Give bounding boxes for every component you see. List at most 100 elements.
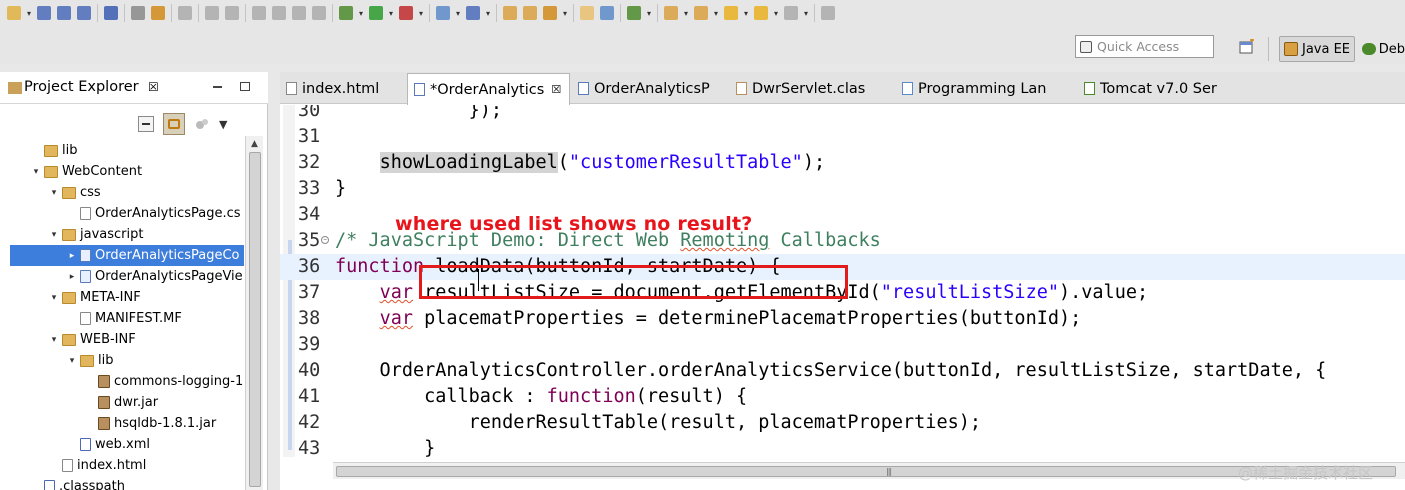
pin-editor-icon[interactable] [818, 3, 838, 23]
code-line[interactable]: 33} [280, 176, 1405, 202]
debug-perspective-button[interactable]: Deb [1362, 36, 1405, 62]
pen-icon[interactable] [577, 3, 597, 23]
team-icon[interactable] [624, 3, 644, 23]
open-task-icon[interactable] [520, 3, 540, 23]
scrollbar-thumb[interactable] [336, 466, 1396, 477]
tree-item[interactable]: ▸ OrderAnalyticsPageCo [10, 245, 244, 266]
tree-item[interactable]: OrderAnalyticsPage.cs [66, 203, 241, 224]
tree-item[interactable]: dwr.jar [84, 392, 158, 413]
code-line[interactable]: 38 var placematProperties = determinePla… [280, 306, 1405, 332]
run-icon[interactable] [366, 3, 386, 23]
refactor-icon[interactable] [148, 3, 168, 23]
step-return-icon[interactable] [222, 3, 242, 23]
debug-icon[interactable] [336, 3, 356, 23]
collapse-all-icon[interactable] [138, 116, 154, 132]
expanded-twisty-icon[interactable]: ▾ [48, 293, 60, 303]
collapsed-twisty-icon[interactable]: ▸ [66, 272, 78, 282]
dropdown-chevron-down-icon[interactable]: ▾ [681, 9, 691, 18]
dropdown-chevron-down-icon[interactable]: ▾ [356, 9, 366, 18]
maximize-icon[interactable] [240, 82, 250, 91]
save-icon[interactable] [34, 3, 54, 23]
tree-item[interactable]: lib [30, 140, 77, 161]
code-line[interactable]: 39 [280, 332, 1405, 358]
dropdown-chevron-down-icon[interactable]: ▾ [711, 9, 721, 18]
tree-item[interactable]: MANIFEST.MF [66, 308, 182, 329]
editor-tab[interactable]: Programming Lan [896, 73, 1076, 104]
editor-tab[interactable]: Tomcat v7.0 Ser [1078, 73, 1238, 104]
code-line[interactable]: 31 [280, 124, 1405, 150]
collapsed-twisty-icon[interactable]: ▸ [66, 251, 78, 261]
save-all-icon[interactable] [54, 3, 74, 23]
tree-item[interactable]: ▾ css [48, 182, 101, 203]
quick-access-field[interactable]: Quick Access [1075, 35, 1214, 58]
editor-tab[interactable]: *OrderAnalytics ☒ [407, 73, 570, 105]
dropdown-chevron-down-icon[interactable]: ▾ [801, 9, 811, 18]
globe-icon[interactable] [597, 3, 617, 23]
expanded-twisty-icon[interactable]: ▾ [66, 356, 78, 366]
editor-tab[interactable]: index.html [280, 73, 405, 104]
view-filter-icon[interactable] [194, 116, 210, 132]
dropdown-chevron-down-icon[interactable]: ▾ [560, 9, 570, 18]
forward-disabled-icon[interactable] [781, 3, 801, 23]
code-line[interactable]: 41 callback : function(result) { [280, 384, 1405, 410]
tree-item[interactable]: ▾ META-INF [48, 287, 141, 308]
tree-item[interactable]: web.xml [66, 434, 150, 455]
expanded-twisty-icon[interactable]: ▾ [48, 230, 60, 240]
tree-item[interactable]: ▾ javascript [48, 224, 144, 245]
new-java-project-icon[interactable] [463, 3, 483, 23]
print-icon[interactable] [74, 3, 94, 23]
prev-annotation-icon[interactable] [691, 3, 711, 23]
run-external-icon[interactable] [396, 3, 416, 23]
next-annotation-icon[interactable] [661, 3, 681, 23]
step-into-icon[interactable] [175, 3, 195, 23]
dropdown-chevron-down-icon[interactable]: ▾ [771, 9, 781, 18]
dropdown-chevron-down-icon[interactable]: ▾ [416, 9, 426, 18]
link-with-editor-icon[interactable] [163, 113, 185, 135]
tree-item[interactable]: ▸ OrderAnalyticsPageVie [66, 266, 243, 287]
code-line[interactable]: 43 } [280, 436, 1405, 457]
minimize-icon[interactable] [213, 86, 222, 88]
scrollbar-thumb[interactable] [249, 152, 261, 487]
tree-item[interactable]: hsqldb-1.8.1.jar [84, 413, 216, 434]
terminate-icon[interactable] [289, 3, 309, 23]
code-line[interactable]: 30 }); [280, 105, 1405, 124]
expanded-twisty-icon[interactable]: ▾ [48, 188, 60, 198]
fold-collapse-icon[interactable]: − [321, 236, 329, 244]
resume-icon[interactable] [249, 3, 269, 23]
java-ee-perspective-button[interactable]: Java EE [1279, 36, 1355, 62]
step-over-icon[interactable] [202, 3, 222, 23]
forward-icon[interactable] [751, 3, 771, 23]
close-tab-icon[interactable]: ☒ [551, 83, 561, 96]
code-line[interactable]: 32 showLoadingLabel("customerResultTable… [280, 150, 1405, 176]
dropdown-chevron-down-icon[interactable]: ▾ [386, 9, 396, 18]
dropdown-chevron-down-icon[interactable]: ▾ [453, 9, 463, 18]
new-server-icon[interactable] [433, 3, 453, 23]
code-line[interactable]: 42 renderResultTable(result, placematPro… [280, 410, 1405, 436]
view-menu-chevron-down-icon[interactable]: ▼ [219, 118, 227, 131]
back-icon[interactable] [721, 3, 741, 23]
new-icon[interactable] [4, 3, 24, 23]
suspend-icon[interactable] [269, 3, 289, 23]
dropdown-chevron-down-icon[interactable]: ▾ [483, 9, 493, 18]
tree-item[interactable]: index.html [48, 455, 146, 476]
disconnect-icon[interactable] [309, 3, 329, 23]
dropdown-chevron-down-icon[interactable]: ▾ [644, 9, 654, 18]
project-explorer-scrollbar[interactable]: ▲ [245, 136, 263, 490]
tree-item[interactable]: .classpath [30, 476, 125, 490]
tree-item[interactable]: commons-logging-1 [84, 371, 243, 392]
tree-item[interactable]: ▾ WEB-INF [48, 329, 136, 350]
toggle-mark-icon[interactable] [128, 3, 148, 23]
scroll-up-arrow-icon[interactable]: ▲ [251, 139, 258, 149]
dropdown-chevron-down-icon[interactable]: ▾ [741, 9, 751, 18]
tree-item[interactable]: ▾ lib [66, 350, 114, 371]
project-explorer-tab[interactable]: Project Explorer ☒ [0, 72, 268, 104]
open-perspective-icon[interactable] [1239, 38, 1255, 55]
tree-item[interactable]: ▾ WebContent [30, 161, 142, 182]
search-tool-icon[interactable] [540, 3, 560, 23]
editor-tab[interactable]: DwrServlet.clas [730, 73, 894, 104]
open-type-icon[interactable] [500, 3, 520, 23]
expanded-twisty-icon[interactable]: ▾ [30, 167, 42, 177]
skip-breakpoints-icon[interactable] [101, 3, 121, 23]
editor-tab[interactable]: OrderAnalyticsP [572, 73, 728, 104]
close-icon[interactable]: ☒ [148, 80, 159, 94]
